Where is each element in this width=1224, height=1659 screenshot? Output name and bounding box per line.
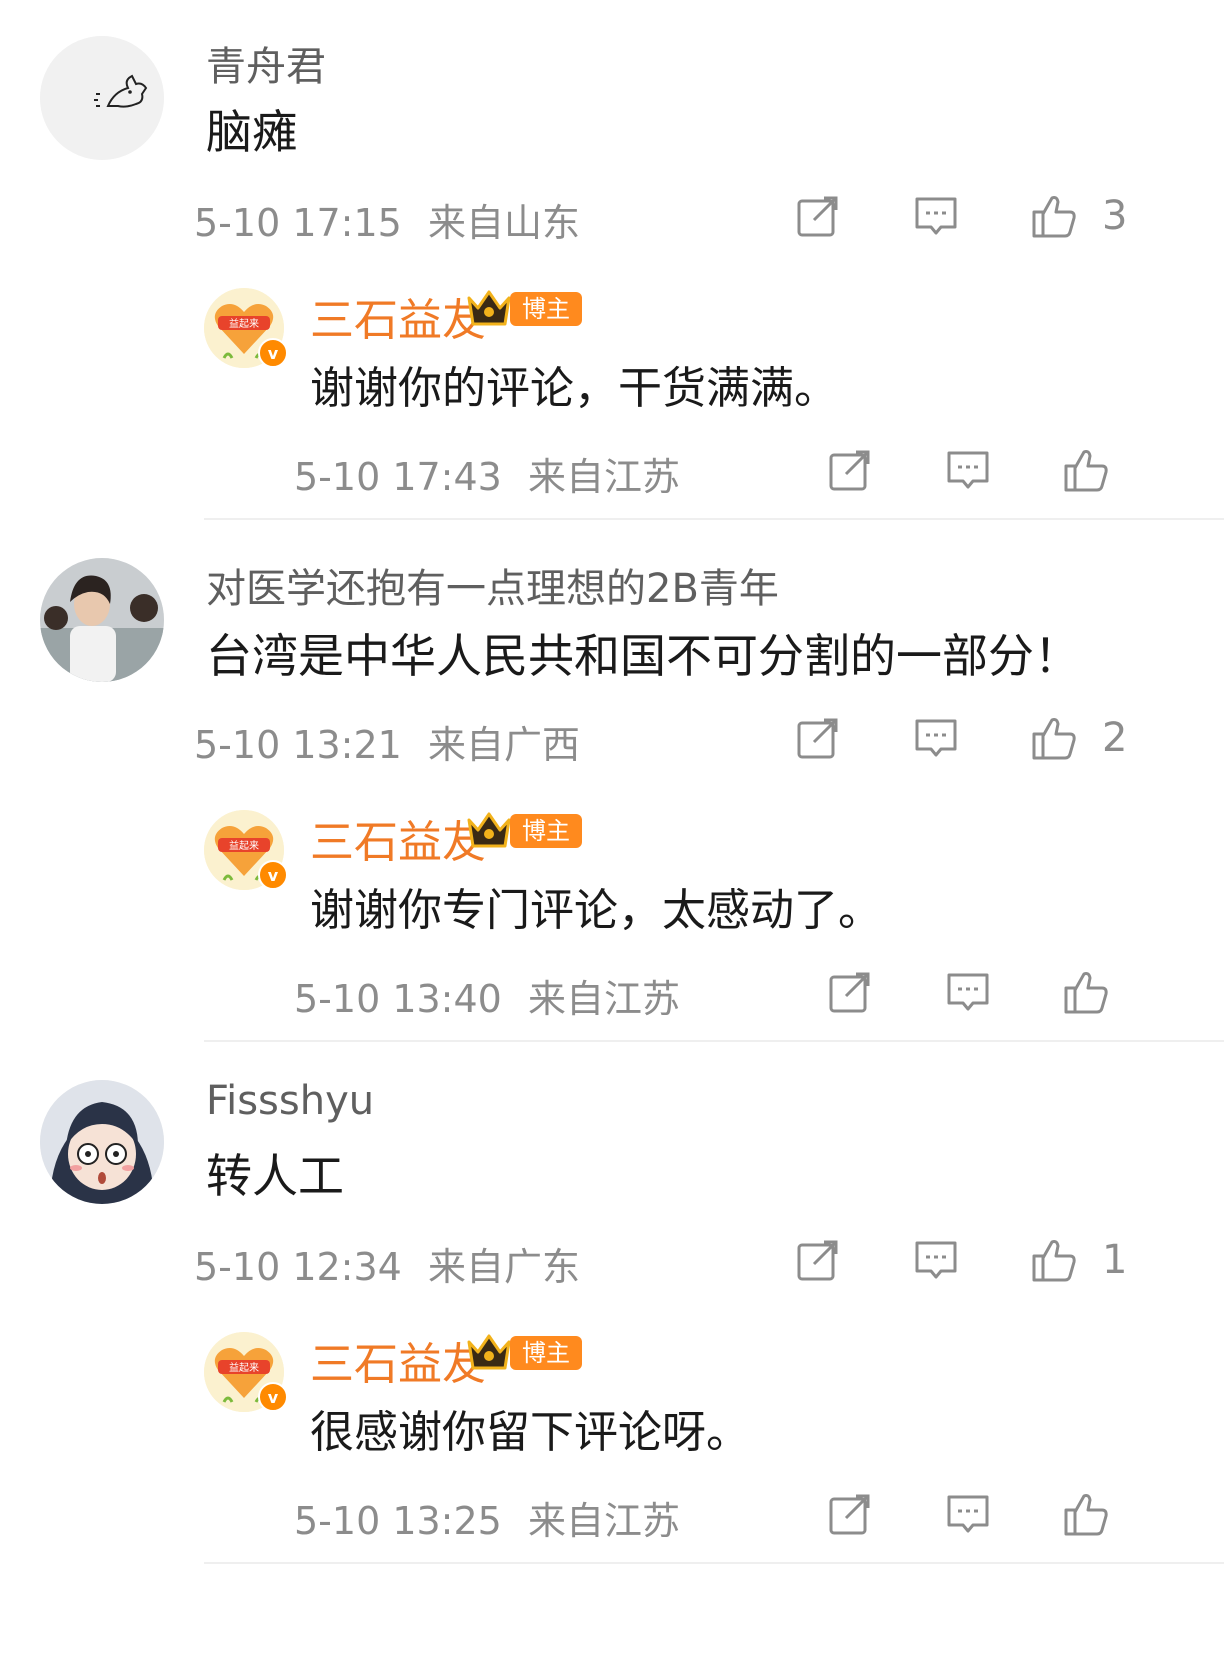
like-button[interactable] <box>1062 966 1110 1018</box>
like-button[interactable]: 1 <box>1030 1234 1127 1286</box>
blogger-badge: 博主 <box>510 1336 582 1370</box>
avatar[interactable] <box>40 1080 164 1204</box>
repost-button[interactable] <box>794 1234 842 1286</box>
blogger-badge: 博主 <box>510 292 582 326</box>
verified-badge: v <box>258 860 288 890</box>
like-icon <box>1032 196 1076 238</box>
reply-button[interactable] <box>912 1234 960 1286</box>
author-name[interactable]: 三石益友 <box>310 806 486 870</box>
verified-badge: v <box>258 338 288 368</box>
avatar-text: 益起来 <box>229 839 259 852</box>
blogger-badge: 博主 <box>510 814 582 848</box>
like-icon <box>1064 1494 1108 1536</box>
like-count: 1 <box>1102 1237 1128 1283</box>
like-icon <box>1032 718 1076 760</box>
user-name[interactable]: 青舟君 <box>206 34 326 92</box>
repost-icon <box>829 1494 870 1535</box>
avatar[interactable] <box>40 558 164 682</box>
avatar[interactable] <box>40 36 164 160</box>
reply-actions <box>0 1488 1224 1540</box>
crown-icon <box>466 288 512 328</box>
comment-actions: 3 <box>0 190 1224 242</box>
repost-icon <box>829 972 870 1013</box>
avatar[interactable]: 益起来 v <box>204 1332 288 1412</box>
comment-list: 青舟君 脑瘫 5-10 17:15 来自山东 3 益起来 v 三石益友 博主 谢… <box>0 0 1224 1659</box>
comment-icon <box>947 973 989 1011</box>
comment-actions: 2 <box>0 712 1224 764</box>
repost-icon <box>797 1240 838 1281</box>
reply-actions <box>0 966 1224 1018</box>
comment-text: 转人工 <box>206 1149 344 1203</box>
like-count: 2 <box>1102 715 1128 761</box>
repost-icon <box>797 718 838 759</box>
repost-button[interactable] <box>826 966 874 1018</box>
crown-icon <box>466 1332 512 1372</box>
avatar-text: 益起来 <box>229 1361 259 1374</box>
comment-icon <box>915 1241 957 1279</box>
comment-icon <box>947 451 989 489</box>
like-button[interactable] <box>1062 444 1110 496</box>
author-name[interactable]: 三石益友 <box>310 1328 486 1392</box>
repost-button[interactable] <box>826 1488 874 1540</box>
reply-text: 很感谢你留下评论呀。 <box>310 1407 750 1458</box>
like-icon <box>1032 1240 1076 1282</box>
user-name[interactable]: Fissshyu <box>206 1078 374 1124</box>
divider <box>204 1040 1224 1042</box>
reply-text: 谢谢你的评论，干货满满。 <box>310 363 838 414</box>
like-button[interactable]: 3 <box>1030 190 1127 242</box>
avatar-text: 益起来 <box>229 317 259 330</box>
reply-button[interactable] <box>944 1488 992 1540</box>
reply-button[interactable] <box>944 444 992 496</box>
reply-text: 谢谢你专门评论，太感动了。 <box>310 885 882 936</box>
verified-badge: v <box>258 1382 288 1412</box>
reply-button[interactable] <box>912 712 960 764</box>
like-button[interactable]: 2 <box>1030 712 1127 764</box>
repost-button[interactable] <box>794 712 842 764</box>
comment-icon <box>915 197 957 235</box>
avatar[interactable]: 益起来 v <box>204 810 288 890</box>
user-name[interactable]: 对医学还抱有一点理想的2B青年 <box>206 556 779 614</box>
comment-icon <box>947 1495 989 1533</box>
divider <box>204 1562 1224 1564</box>
author-name[interactable]: 三石益友 <box>310 284 486 348</box>
crown-icon <box>466 810 512 850</box>
repost-icon <box>797 196 838 237</box>
like-icon <box>1064 450 1108 492</box>
repost-icon <box>829 450 870 491</box>
reply-button[interactable] <box>944 966 992 1018</box>
like-icon <box>1064 972 1108 1014</box>
comment-text: 台湾是中华人民共和国不可分割的一部分！ <box>206 629 1080 683</box>
repost-button[interactable] <box>826 444 874 496</box>
repost-button[interactable] <box>794 190 842 242</box>
avatar[interactable]: 益起来 v <box>204 288 288 368</box>
like-button[interactable] <box>1062 1488 1110 1540</box>
divider <box>204 518 1224 520</box>
comment-text: 脑瘫 <box>206 105 298 159</box>
comment-icon <box>915 719 957 757</box>
comment-actions: 1 <box>0 1234 1224 1286</box>
reply-actions <box>0 444 1224 496</box>
like-count: 3 <box>1102 193 1128 239</box>
reply-button[interactable] <box>912 190 960 242</box>
